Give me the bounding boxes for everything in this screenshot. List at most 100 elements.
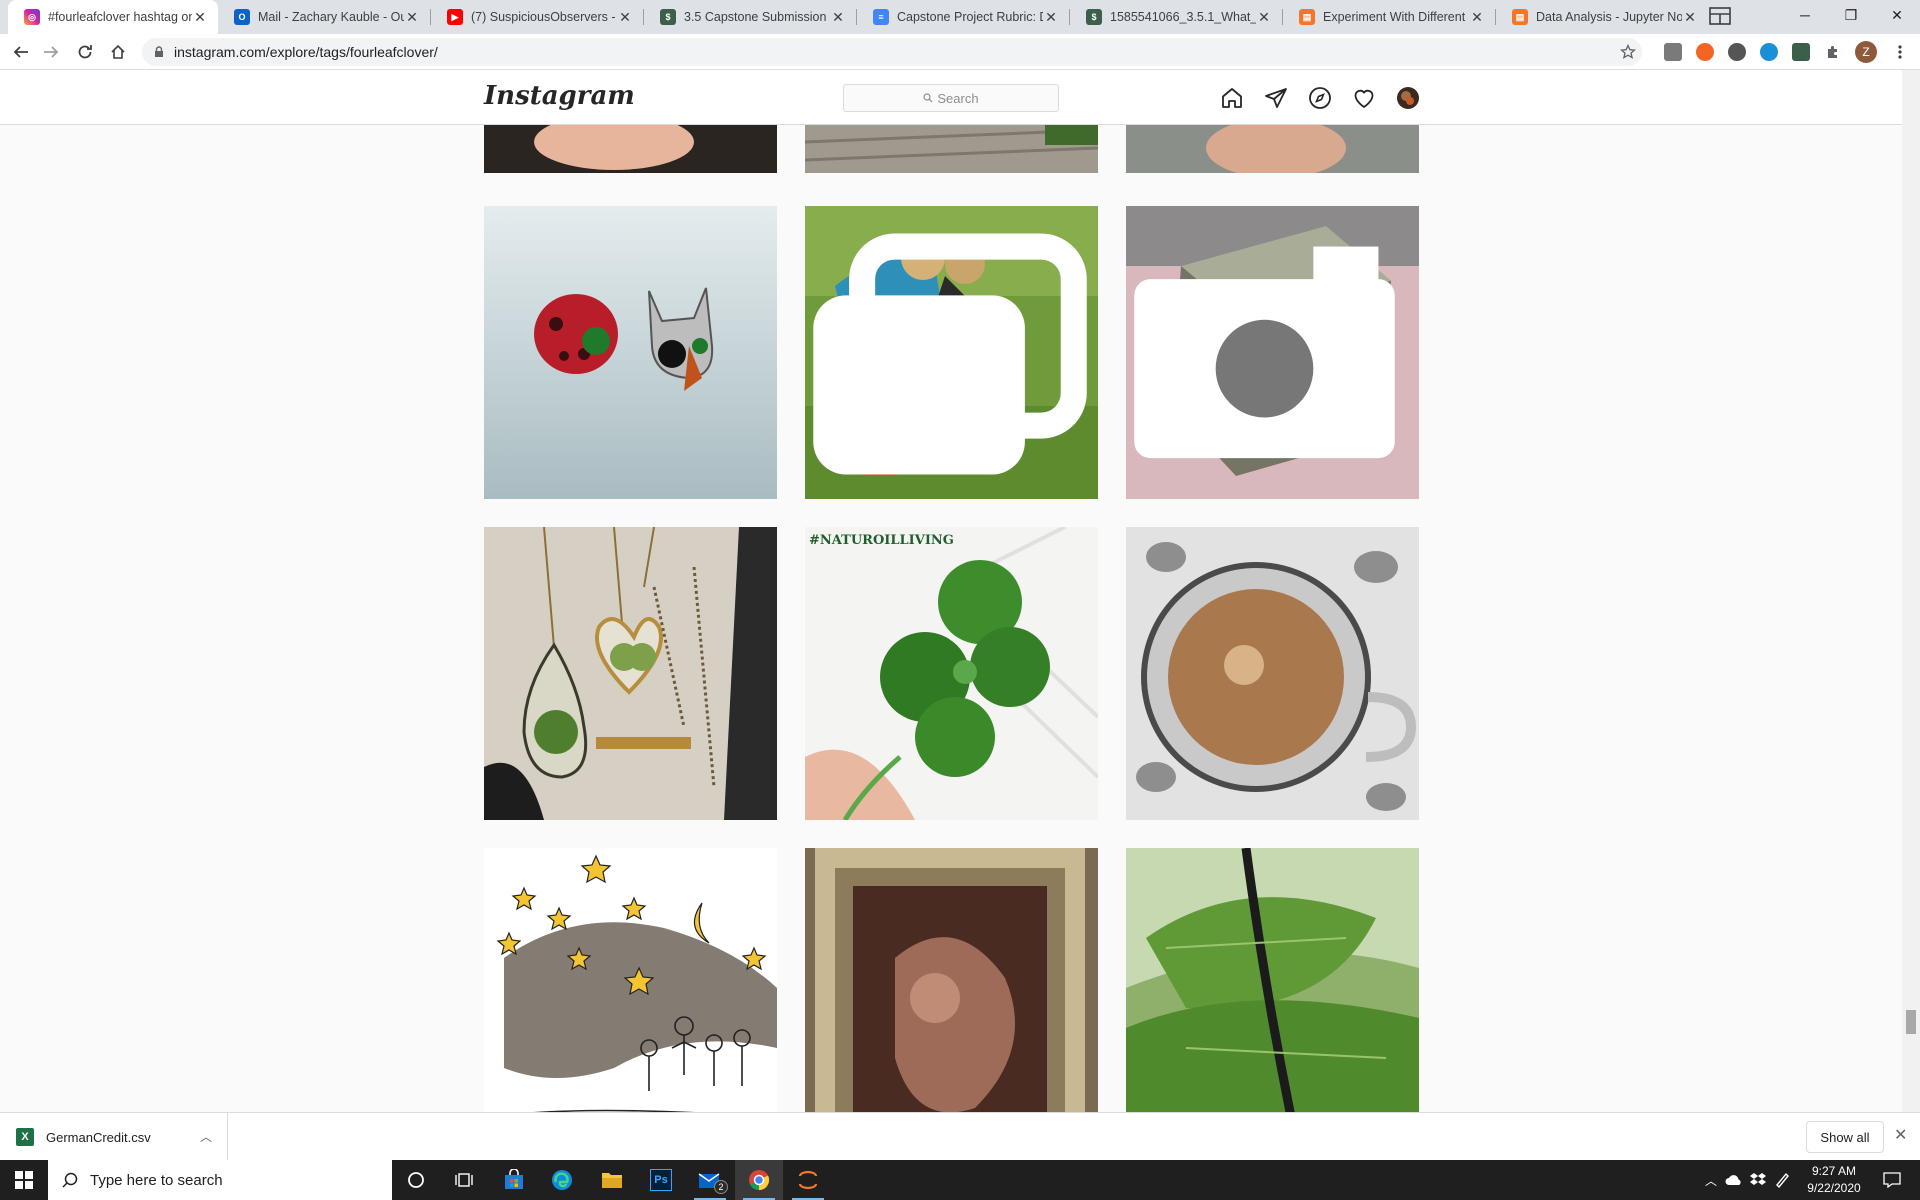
post-stars-drawing[interactable]	[484, 848, 777, 1112]
new-tab-button[interactable]	[1706, 2, 1734, 30]
tab-title: Experiment With Different M	[1323, 10, 1469, 24]
grammar-extension-icon[interactable]	[1664, 43, 1682, 61]
honey-extension-icon[interactable]	[1696, 43, 1714, 61]
tab-youtube[interactable]: ▶ (7) SuspiciousObservers - Yo ✕	[431, 0, 643, 34]
notification-icon	[1883, 1172, 1901, 1188]
store-icon	[505, 1169, 523, 1189]
post-image	[805, 848, 1098, 1112]
cortana-button[interactable]	[392, 1160, 440, 1200]
close-icon[interactable]: ✕	[1894, 1125, 1907, 1145]
extensions-button[interactable]	[1819, 38, 1847, 66]
video-icon	[1134, 246, 1395, 459]
home-icon	[111, 44, 125, 59]
file-explorer-app[interactable]	[588, 1160, 636, 1200]
hashtag-post-grid: #NATUROILLIVING	[484, 125, 1420, 1112]
start-button[interactable]	[0, 1160, 48, 1200]
close-icon[interactable]: ✕	[192, 9, 208, 25]
close-icon[interactable]: ✕	[830, 9, 846, 25]
store-app[interactable]	[490, 1160, 538, 1200]
post-four-leaf-clover[interactable]: #NATUROILLIVING	[805, 527, 1098, 820]
chevron-up-icon[interactable]: ︿	[200, 1128, 212, 1145]
home-icon[interactable]	[1220, 86, 1244, 110]
tab-title: Mail - Zachary Kauble - Out	[258, 10, 404, 24]
back-button[interactable]	[7, 38, 35, 66]
post-image	[1126, 527, 1419, 820]
post-clover-necklaces[interactable]	[484, 527, 777, 820]
post-overlay-text: #NATUROILLIVING	[809, 533, 954, 548]
post-partial-wood[interactable]	[805, 125, 1098, 173]
close-icon[interactable]: ✕	[404, 9, 420, 25]
post-image	[805, 527, 1098, 820]
youtube-icon: ▶	[447, 9, 463, 25]
circle-extension-icon[interactable]	[1728, 43, 1746, 61]
close-icon[interactable]: ✕	[617, 9, 633, 25]
download-file-name: GermanCredit.csv	[46, 1129, 151, 1145]
m-extension-icon[interactable]	[1760, 43, 1778, 61]
restore-button[interactable]: ❐	[1828, 0, 1874, 30]
close-icon[interactable]: ✕	[1469, 9, 1485, 25]
forward-button[interactable]	[37, 38, 65, 66]
scrollbar-thumb[interactable]	[1906, 1010, 1916, 1034]
close-icon[interactable]: ✕	[1682, 9, 1698, 25]
windows-taskbar: Type here to search Ps 2 ︿ 9:27 AM 9/22/…	[0, 1160, 1920, 1200]
search-icon	[923, 93, 933, 103]
heart-icon[interactable]	[1352, 86, 1376, 110]
explore-compass-icon[interactable]	[1308, 86, 1332, 110]
reload-button[interactable]	[71, 38, 99, 66]
show-hidden-icons-button[interactable]: ︿	[1700, 1160, 1722, 1200]
post-partial-hand[interactable]	[1126, 125, 1419, 173]
window-close-button[interactable]: ✕	[1874, 0, 1920, 30]
search-placeholder: Search	[937, 90, 979, 106]
profile-button[interactable]: Z	[1852, 38, 1880, 66]
mail-app[interactable]: 2	[686, 1160, 734, 1200]
cortana-icon	[408, 1172, 424, 1188]
task-view-icon	[455, 1173, 473, 1187]
chrome-app[interactable]	[735, 1160, 783, 1200]
jupyter-icon	[798, 1170, 818, 1190]
chrome-menu-button[interactable]	[1886, 38, 1914, 66]
onedrive-icon[interactable]	[1722, 1160, 1746, 1200]
jupyter-app[interactable]	[784, 1160, 832, 1200]
reload-icon	[78, 45, 92, 59]
download-item[interactable]: X GermanCredit.csv	[16, 1113, 228, 1161]
folder-icon	[602, 1173, 622, 1188]
post-resin-cube[interactable]	[1126, 206, 1419, 499]
tab-capstone-rubric[interactable]: ≡ Capstone Project Rubric: Da ✕	[857, 0, 1069, 34]
pen-workspace-icon[interactable]	[1770, 1160, 1794, 1200]
dropbox-icon[interactable]	[1746, 1160, 1770, 1200]
search-input[interactable]: Search	[843, 84, 1059, 112]
taskbar-search-box[interactable]: Type here to search	[48, 1160, 392, 1200]
arrow-right-icon	[44, 46, 59, 58]
task-view-button[interactable]	[440, 1160, 488, 1200]
edge-app[interactable]	[538, 1160, 586, 1200]
post-green-leaves[interactable]	[1126, 848, 1419, 1112]
photoshop-app[interactable]: Ps	[637, 1160, 685, 1200]
tab-what-da[interactable]: $ 1585541066_3.5.1_What_Da ✕	[1070, 0, 1282, 34]
direct-message-icon[interactable]	[1264, 86, 1288, 110]
tab-instagram[interactable]: ◎ #fourleafclover hashtag on ✕	[8, 0, 218, 34]
star-icon[interactable]	[1620, 44, 1636, 60]
home-button[interactable]	[104, 38, 132, 66]
page-scrollbar[interactable]	[1902, 70, 1920, 1112]
post-ladybug-bunny-pins[interactable]	[484, 206, 777, 499]
course-extension-icon[interactable]	[1792, 43, 1810, 61]
tab-jupyter[interactable]: ▤ Data Analysis - Jupyter Note ✕	[1496, 0, 1708, 34]
post-latte-cup[interactable]	[1126, 527, 1419, 820]
post-framed-art[interactable]	[805, 848, 1098, 1112]
system-clock[interactable]: 9:27 AM 9/22/2020	[1794, 1163, 1874, 1197]
tab-capstone-submission[interactable]: $ 3.5 Capstone Submission - ✕	[644, 0, 856, 34]
minimize-button[interactable]: ─	[1782, 0, 1828, 30]
close-icon[interactable]: ✕	[1043, 9, 1059, 25]
tab-experiment[interactable]: ▤ Experiment With Different M ✕	[1283, 0, 1495, 34]
post-partial-finger[interactable]	[484, 125, 777, 173]
instagram-logo[interactable]: Instagram	[484, 81, 635, 111]
profile-avatar-icon[interactable]	[1396, 86, 1420, 110]
action-center-button[interactable]	[1874, 1160, 1910, 1200]
show-all-button[interactable]: Show all	[1806, 1121, 1884, 1153]
carousel-icon	[813, 233, 1087, 475]
post-kids-searching-clover[interactable]	[805, 206, 1098, 499]
lock-icon	[155, 46, 163, 57]
address-bar[interactable]: instagram.com/explore/tags/fourleafclove…	[142, 38, 1642, 66]
tab-outlook-mail[interactable]: O Mail - Zachary Kauble - Out ✕	[218, 0, 430, 34]
close-icon[interactable]: ✕	[1256, 9, 1272, 25]
